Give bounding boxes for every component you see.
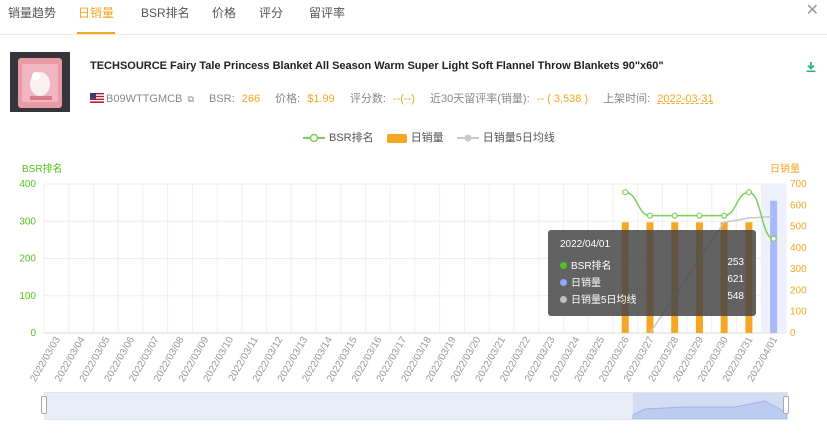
y-left-tick-label: 100 [19, 291, 36, 302]
tooltip-row-ma: 日销量5日均线 548 [560, 291, 744, 306]
tooltip-label: 日销量 [571, 278, 601, 289]
bsr-value: 266 [241, 93, 261, 105]
y-right-tick-label: 700 [790, 179, 807, 190]
bar-marker-icon [386, 134, 407, 143]
bsr-point [646, 212, 654, 219]
tab-bsr-rank[interactable]: BSR排名 [141, 0, 190, 32]
dot-icon [560, 296, 567, 303]
line-marker-icon [456, 134, 479, 142]
product-title[interactable]: TECHSOURCE Fairy Tale Princess Blanket A… [90, 60, 664, 72]
tooltip-row-bsr: BSR排名 253 [560, 257, 744, 272]
y-right-tick-label: 400 [790, 243, 807, 254]
tab-price[interactable]: 价格 [212, 0, 236, 32]
tooltip-label: BSR排名 [571, 261, 612, 272]
retention-value: -- ( 3,538 ) [536, 93, 589, 105]
tooltip-label: 日销量5日均线 [571, 295, 637, 306]
reviews-value: --(--) [392, 93, 415, 105]
listed-date[interactable]: 2022-03-31 [657, 93, 713, 105]
product-meta: B09WTTGMCB ⧉ BSR: 266 价格: $1.99 评分数: --(… [90, 90, 714, 106]
close-icon[interactable]: ✕ [806, 3, 819, 19]
zoom-slider[interactable] [44, 392, 788, 420]
y-right-tick-label: 100 [790, 307, 807, 318]
slider-preview [632, 393, 788, 420]
download-icon[interactable] [805, 60, 817, 78]
product-thumbnail [10, 52, 70, 112]
bsr-point [696, 212, 703, 219]
tooltip-value: 253 [727, 257, 744, 268]
bsr-label: BSR: [208, 93, 235, 105]
dot-icon [560, 279, 567, 286]
y-right-tick-label: 500 [790, 222, 807, 233]
y-right-tick-label: 300 [790, 264, 807, 275]
legend-sales[interactable]: 日销量 [386, 129, 444, 145]
tooltip-date: 2022/04/01 [560, 239, 611, 250]
us-flag-icon [90, 93, 104, 103]
y-right-tick-label: 200 [790, 285, 807, 296]
retention-label: 近30天留评率(销量): [430, 93, 530, 105]
dot-icon [560, 262, 567, 269]
external-link-icon[interactable]: ⧉ [187, 94, 193, 105]
y-right-tick-label: 600 [790, 200, 807, 211]
legend-bsr[interactable]: BSR排名 [303, 129, 374, 145]
listed-label: 上架时间: [603, 93, 651, 105]
legend-bsr-label: BSR排名 [329, 132, 374, 144]
asin[interactable]: B09WTTGMCB ⧉ [90, 93, 194, 105]
bsr-point [721, 212, 728, 219]
price-label: 价格: [275, 93, 301, 105]
tab-daily-sales[interactable]: 日销量 [77, 0, 115, 34]
price-value: $1.99 [307, 93, 335, 105]
bsr-point [745, 189, 753, 196]
y-left-tick-label: 0 [30, 328, 36, 339]
y-left-tick-label: 200 [19, 254, 36, 265]
bsr-point [622, 189, 629, 196]
chart-legend: BSR排名 日销量 日销量5日均线 [303, 129, 565, 145]
bsr-point [671, 212, 678, 219]
chart-tooltip: 2022/04/01 BSR排名 253 日销量 621 日销量5日均线 548 [548, 230, 756, 316]
asin-text: B09WTTGMCB [106, 93, 183, 105]
y-left-tick-label: 300 [19, 216, 36, 227]
slider-left-handle[interactable] [41, 396, 47, 414]
tooltip-row-sales: 日销量 621 [560, 274, 744, 289]
tab-rating[interactable]: 评分 [259, 0, 283, 32]
tooltip-value: 548 [727, 291, 744, 302]
tooltip-value: 621 [727, 274, 744, 285]
y-left-tick-label: 400 [19, 179, 36, 190]
legend-sales-label: 日销量 [410, 132, 444, 144]
line-marker-icon [303, 133, 325, 143]
tab-sales-trend[interactable]: 销量趋势 [8, 0, 56, 32]
sales-bar [770, 200, 778, 333]
legend-ma-label: 日销量5日均线 [482, 132, 555, 144]
legend-ma[interactable]: 日销量5日均线 [456, 129, 555, 145]
tab-bar: 销量趋势 日销量 BSR排名 价格 评分 留评率 ✕ [0, 0, 827, 35]
bsr-point [770, 235, 777, 242]
tab-review-rate[interactable]: 留评率 [309, 0, 345, 32]
reviews-label: 评分数: [349, 93, 386, 105]
y-right-tick-label: 0 [790, 328, 796, 339]
slider-right-handle[interactable] [783, 396, 789, 414]
